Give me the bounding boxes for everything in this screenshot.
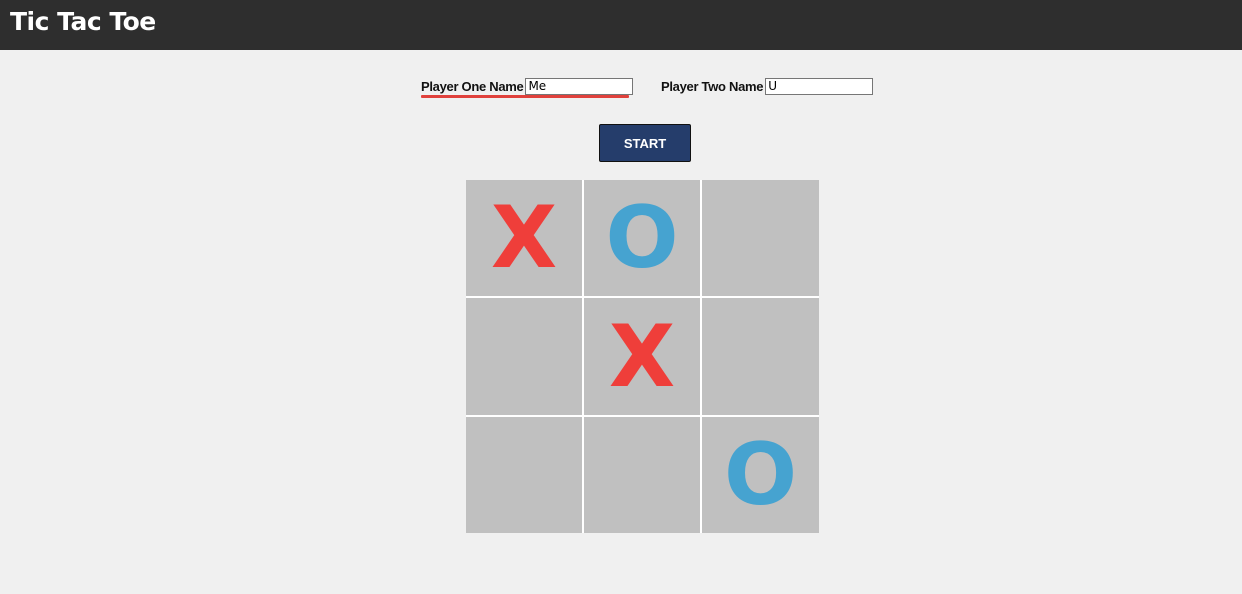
board-cell[interactable]: O <box>584 180 700 296</box>
board-cell[interactable]: X <box>466 180 582 296</box>
board-cell[interactable]: O <box>702 417 819 533</box>
board-cell[interactable] <box>702 180 819 296</box>
player-one-label: Player One Name <box>421 78 524 94</box>
player-two-field: Player Two Name <box>661 77 874 95</box>
player-two-input[interactable] <box>765 77 874 95</box>
board-cell[interactable] <box>584 417 700 533</box>
board-cell[interactable] <box>466 417 582 533</box>
board-cell[interactable]: X <box>584 298 700 415</box>
player-two-label: Player Two Name <box>661 78 764 94</box>
app-header: Tic Tac Toe <box>0 0 1242 50</box>
start-button[interactable]: START <box>599 124 691 162</box>
app-title: Tic Tac Toe <box>10 7 156 36</box>
player-one-field: Player One Name <box>421 77 634 98</box>
player-one-input[interactable] <box>525 77 634 95</box>
board-cell[interactable] <box>466 298 582 415</box>
board-cell[interactable] <box>702 298 819 415</box>
game-board: X O X O <box>466 180 819 533</box>
